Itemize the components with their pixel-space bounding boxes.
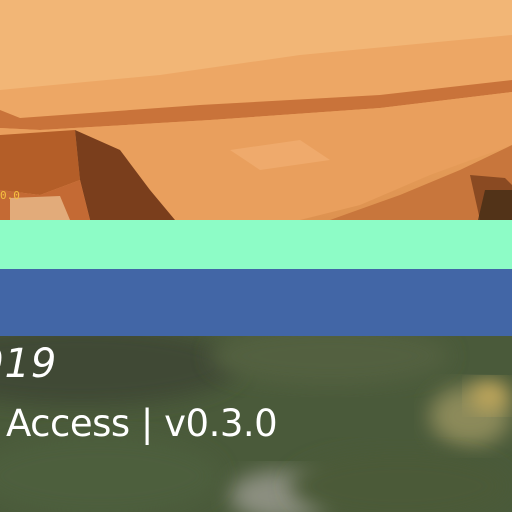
desert-scene-render: 0.0 [0,0,512,220]
desert-terrain-art [0,0,512,220]
game-screen: 0.0 019 Access | v0.3.0 [0,0,512,512]
splash-version-line: Access | v0.3.0 [6,402,278,445]
splash-year-text: 019 [0,341,58,387]
mint-band [0,220,512,269]
blue-band [0,269,512,336]
hud-corner-value: 0.0 [0,189,20,202]
